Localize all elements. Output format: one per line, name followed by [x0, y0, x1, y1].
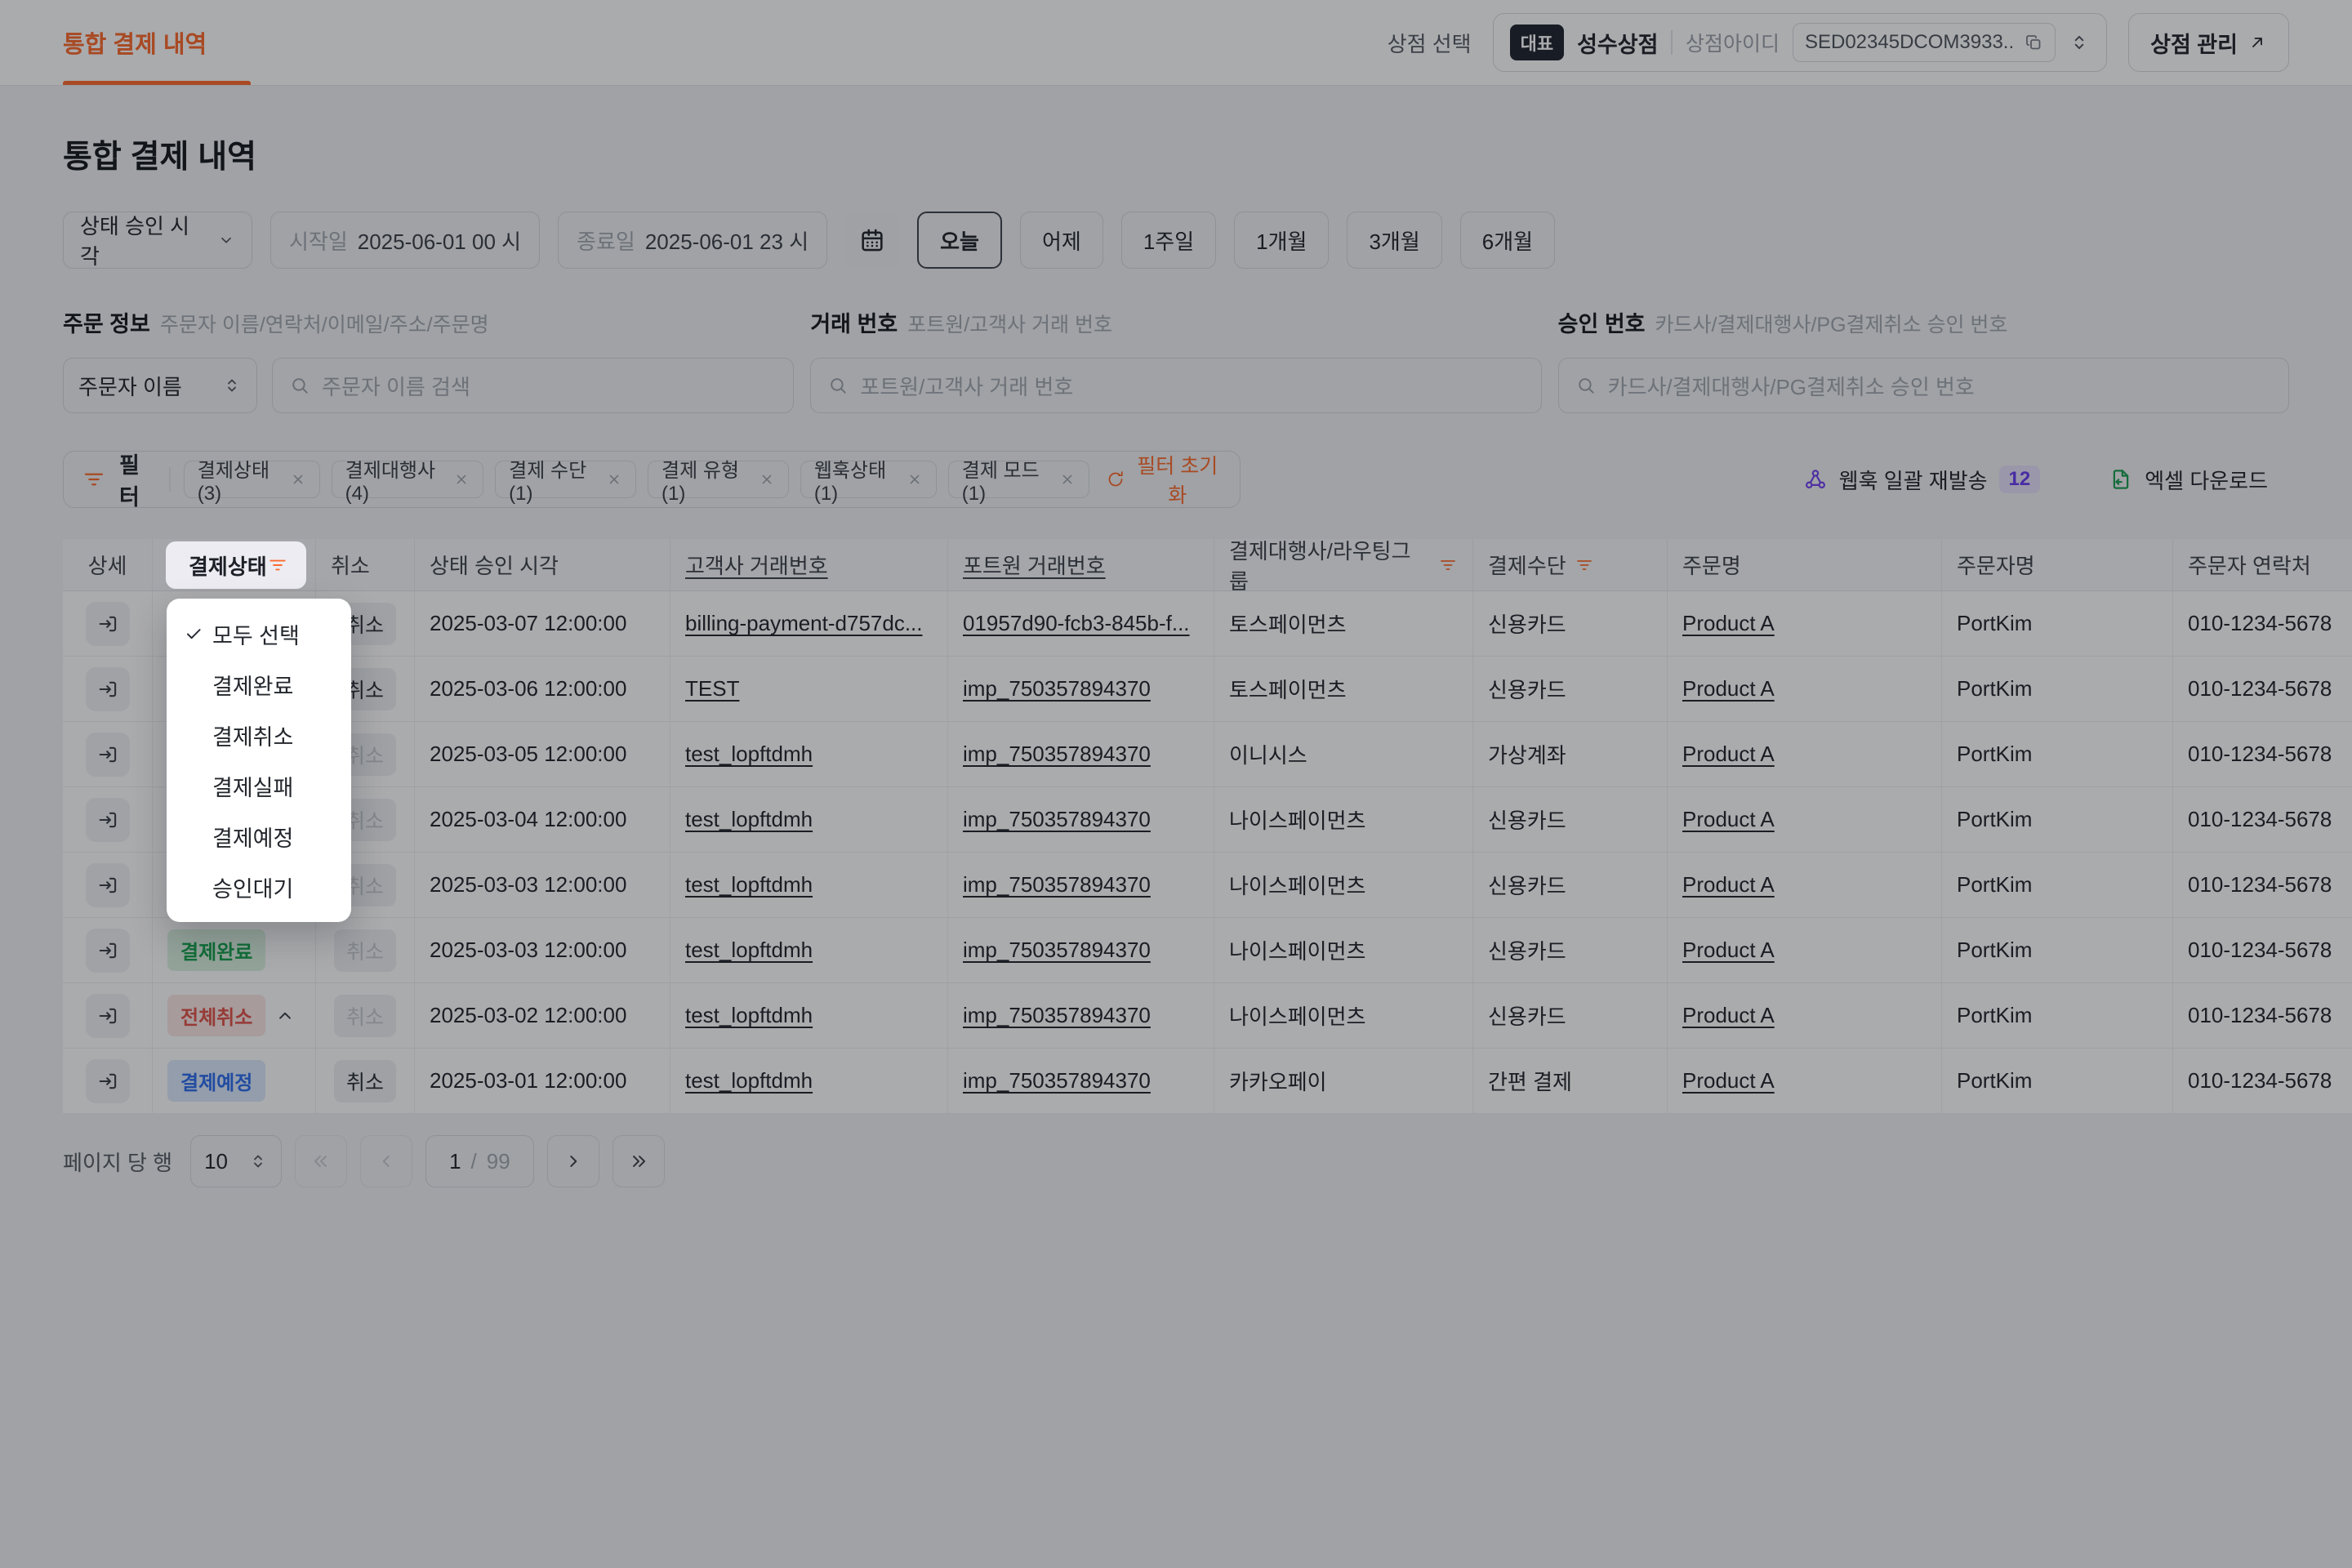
status-filter-option[interactable]: 결제취소 [167, 710, 351, 760]
dropdown-dim-overlay[interactable] [0, 0, 2352, 1568]
status-filter-option[interactable]: 결제실패 [167, 760, 351, 811]
filter-icon [267, 555, 288, 576]
status-column-filter-anchor[interactable]: 결제상태 [166, 541, 306, 589]
check-icon [183, 623, 212, 644]
status-filter-option-label: 모두 선택 [212, 618, 300, 650]
status-anchor-label: 결제상태 [189, 550, 267, 581]
status-filter-option[interactable]: 결제완료 [167, 659, 351, 710]
status-filter-dropdown: 모두 선택결제완료결제취소결제실패결제예정승인대기 [167, 599, 351, 922]
status-filter-option[interactable]: 승인대기 [167, 862, 351, 912]
status-filter-option-label: 승인대기 [212, 871, 293, 903]
status-filter-option-label: 결제완료 [212, 669, 293, 701]
status-filter-option[interactable]: 모두 선택 [167, 608, 351, 659]
status-filter-option-label: 결제취소 [212, 719, 293, 751]
status-filter-option-label: 결제실패 [212, 770, 293, 802]
status-filter-option[interactable]: 결제예정 [167, 811, 351, 862]
status-filter-option-label: 결제예정 [212, 821, 293, 853]
